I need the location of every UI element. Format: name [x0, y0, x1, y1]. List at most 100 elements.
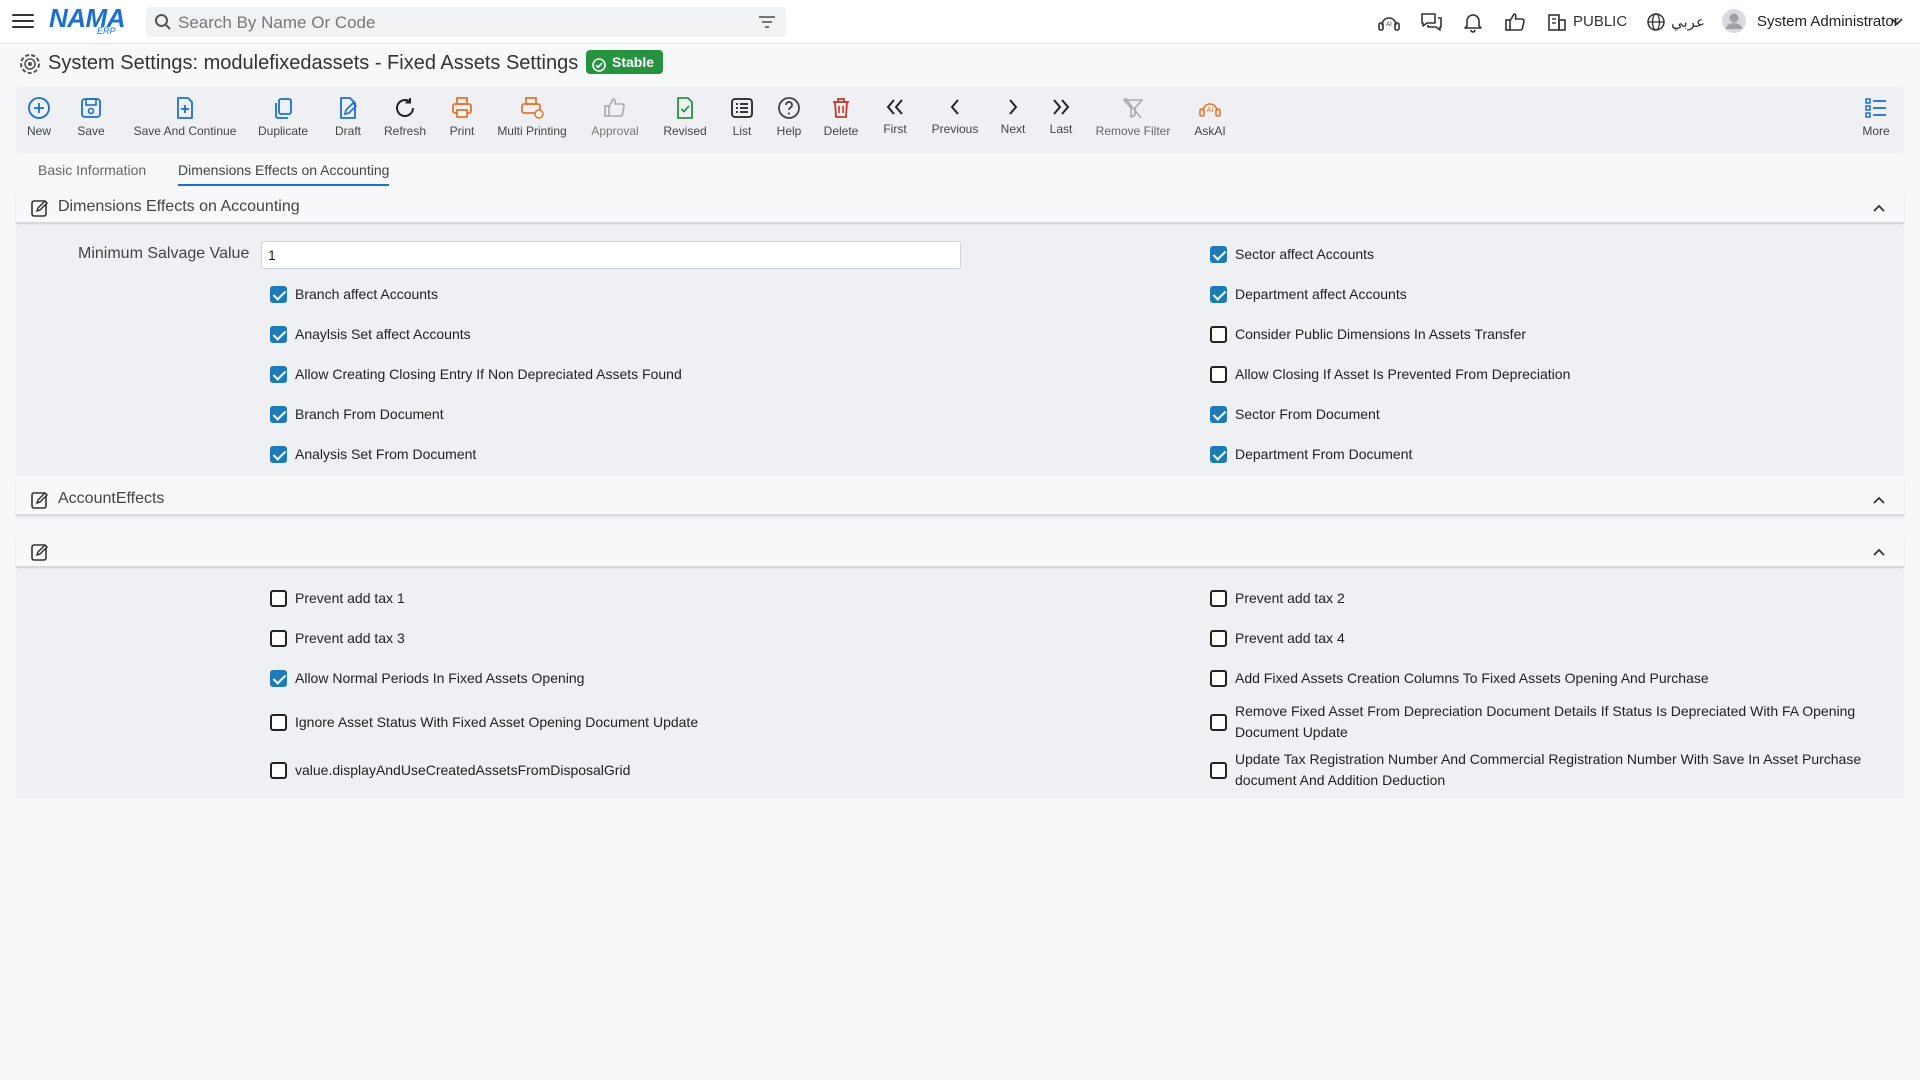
section-header-untitled[interactable]: [16, 534, 1904, 568]
search-input[interactable]: Search By Name Or Code: [178, 13, 375, 33]
revised-button[interactable]: Revised: [660, 96, 710, 138]
checkbox-display-created-assets[interactable]: value.displayAndUseCreatedAssetsFromDisp…: [270, 760, 630, 781]
checkbox-box[interactable]: [1210, 286, 1227, 303]
filter-icon[interactable]: [758, 14, 776, 35]
checkbox-prevent-add-tax-3[interactable]: Prevent add tax 3: [270, 628, 405, 649]
avatar[interactable]: [1721, 9, 1747, 33]
notification-bell-icon[interactable]: [1460, 10, 1486, 34]
checkbox-department-affect-accounts[interactable]: Department affect Accounts: [1210, 284, 1407, 305]
checkbox-box[interactable]: [270, 366, 287, 383]
section-header-dimensions[interactable]: Dimensions Effects on Accounting: [16, 190, 1904, 224]
checkbox-analysis-set-affect-accounts[interactable]: Anaylsis Set affect Accounts: [270, 324, 471, 345]
checkbox-add-creation-columns[interactable]: Add Fixed Assets Creation Columns To Fix…: [1210, 668, 1709, 689]
tab-dimensions-effects[interactable]: Dimensions Effects on Accounting: [178, 162, 390, 186]
duplicate-icon: [275, 98, 292, 119]
chevron-up-icon[interactable]: [1872, 200, 1886, 218]
previous-button[interactable]: Previous: [928, 96, 982, 136]
checkbox-update-tax-registration[interactable]: Update Tax Registration Number And Comme…: [1210, 749, 1900, 791]
draft-button[interactable]: Draft: [330, 96, 366, 138]
refresh-icon: [396, 98, 415, 117]
checkbox-box[interactable]: [270, 286, 287, 303]
thumbs-up-icon[interactable]: [1502, 10, 1528, 34]
duplicate-button[interactable]: Duplicate: [256, 96, 310, 138]
more-button[interactable]: More: [1858, 96, 1894, 138]
chevron-right-icon: [1009, 99, 1018, 115]
checkbox-prevent-add-tax-2[interactable]: Prevent add tax 2: [1210, 588, 1345, 609]
checkbox-box[interactable]: [1210, 326, 1227, 343]
draft-label: Draft: [334, 124, 361, 138]
chevron-up-icon[interactable]: [1872, 544, 1886, 562]
checkbox-sector-from-document[interactable]: Sector From Document: [1210, 404, 1380, 425]
checkbox-allow-closing-prevented[interactable]: Allow Closing If Asset Is Prevented From…: [1210, 364, 1570, 385]
hamburger-menu-icon[interactable]: [12, 11, 34, 33]
checkbox-prevent-add-tax-1[interactable]: Prevent add tax 1: [270, 588, 405, 609]
checkbox-consider-public-dimensions[interactable]: Consider Public Dimensions In Assets Tra…: [1210, 324, 1526, 345]
section-header-account-effects[interactable]: AccountEffects: [16, 482, 1904, 516]
company-label[interactable]: PUBLIC: [1573, 13, 1627, 30]
chevron-up-icon[interactable]: [1872, 492, 1886, 510]
globe-icon[interactable]: [1643, 10, 1669, 34]
checkbox-box[interactable]: [1210, 366, 1227, 383]
delete-label: Delete: [823, 124, 859, 138]
ai-assistant-icon[interactable]: AI: [1376, 10, 1402, 34]
new-button[interactable]: New: [24, 96, 54, 138]
checkbox-box[interactable]: [1210, 406, 1227, 423]
checkbox-department-from-document[interactable]: Department From Document: [1210, 444, 1412, 465]
approval-button[interactable]: Approval: [588, 96, 642, 138]
checkbox-box[interactable]: [1210, 670, 1227, 687]
list-button[interactable]: List: [728, 96, 756, 138]
save-and-continue-button[interactable]: Save And Continue: [130, 96, 240, 138]
checkbox-box[interactable]: [270, 762, 287, 779]
checkbox-box[interactable]: [270, 326, 287, 343]
checkbox-prevent-add-tax-4[interactable]: Prevent add tax 4: [1210, 628, 1345, 649]
checkbox-branch-affect-accounts[interactable]: Branch affect Accounts: [270, 284, 438, 305]
help-button[interactable]: Help: [774, 96, 804, 138]
checkbox-box[interactable]: [270, 670, 287, 687]
new-button-label: New: [26, 124, 51, 138]
save-button[interactable]: Save: [76, 96, 106, 138]
first-button[interactable]: First: [880, 96, 910, 136]
remove-filter-button[interactable]: Remove Filter: [1094, 96, 1172, 138]
refresh-button[interactable]: Refresh: [380, 96, 430, 138]
checkbox-branch-from-document[interactable]: Branch From Document: [270, 404, 444, 425]
multi-printing-button[interactable]: Multi Printing: [494, 96, 570, 138]
language-switch[interactable]: عربي: [1671, 13, 1705, 31]
checkbox-box[interactable]: [1210, 246, 1227, 263]
delete-button[interactable]: Delete: [822, 96, 860, 138]
checkbox-label: Add Fixed Assets Creation Columns To Fix…: [1235, 670, 1709, 686]
checkbox-box[interactable]: [1210, 630, 1227, 647]
checkbox-box[interactable]: [270, 446, 287, 463]
checkbox-box[interactable]: [1210, 761, 1227, 779]
print-button[interactable]: Print: [444, 96, 480, 138]
next-button[interactable]: Next: [998, 96, 1028, 136]
chevron-down-icon[interactable]: [1888, 10, 1906, 34]
checkbox-box[interactable]: [270, 714, 287, 731]
edit-section-icon: [30, 490, 50, 515]
checkbox-box[interactable]: [1210, 713, 1227, 731]
user-name[interactable]: System Administrator: [1757, 13, 1899, 30]
tab-basic-information[interactable]: Basic Information: [38, 162, 146, 184]
askai-button[interactable]: AI AskAI: [1192, 96, 1228, 138]
list-icon: [731, 98, 753, 118]
checkbox-box[interactable]: [270, 630, 287, 647]
checkbox-sector-affect-accounts[interactable]: Sector affect Accounts: [1210, 244, 1374, 265]
ai-icon: AI: [1199, 103, 1221, 117]
search-icon: [154, 13, 172, 36]
checkbox-remove-fixed-asset-depreciation[interactable]: Remove Fixed Asset From Depreciation Doc…: [1210, 701, 1900, 743]
checkbox-box[interactable]: [1210, 590, 1227, 607]
checkbox-box[interactable]: [1210, 446, 1227, 463]
min-salvage-label: Minimum Salvage Value: [78, 245, 250, 262]
app-logo[interactable]: NAMA ERP: [49, 4, 131, 38]
building-icon[interactable]: [1544, 10, 1570, 34]
last-button[interactable]: Last: [1046, 96, 1076, 136]
checkbox-box[interactable]: [270, 406, 287, 423]
checkbox-label: Allow Normal Periods In Fixed Assets Ope…: [295, 670, 585, 686]
checkbox-allow-normal-periods[interactable]: Allow Normal Periods In Fixed Assets Ope…: [270, 668, 584, 689]
chat-icon[interactable]: [1418, 10, 1444, 34]
checkbox-ignore-asset-status[interactable]: Ignore Asset Status With Fixed Asset Ope…: [270, 712, 698, 733]
global-search[interactable]: Search By Name Or Code: [146, 7, 786, 37]
min-salvage-input[interactable]: 1: [261, 241, 961, 269]
checkbox-allow-closing-entry[interactable]: Allow Creating Closing Entry If Non Depr…: [270, 364, 682, 385]
checkbox-box[interactable]: [270, 590, 287, 607]
checkbox-analysis-set-from-document[interactable]: Analysis Set From Document: [270, 444, 476, 465]
